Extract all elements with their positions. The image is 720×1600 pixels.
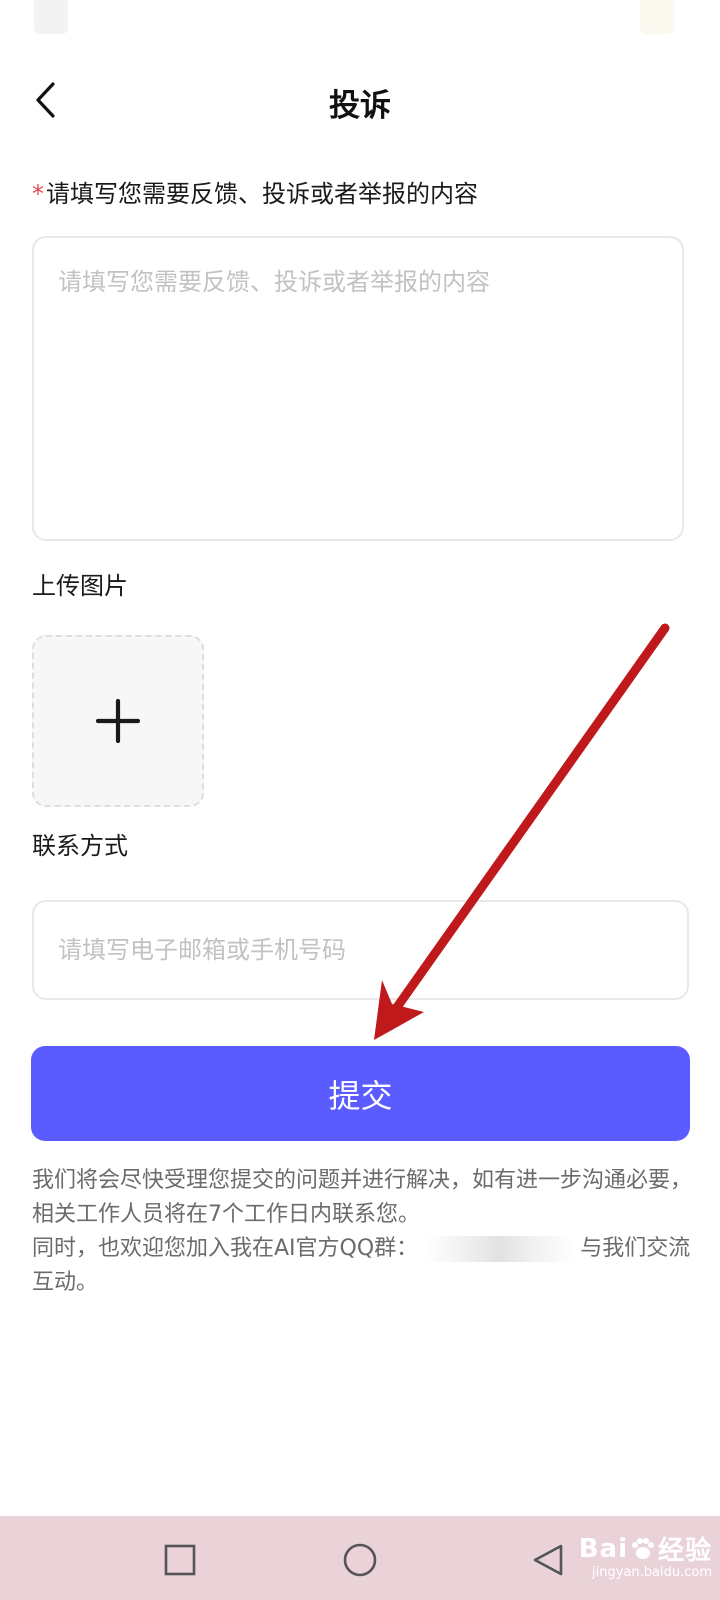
feedback-textarea[interactable] bbox=[34, 238, 682, 539]
recent-apps-icon bbox=[164, 1544, 196, 1576]
paw-icon bbox=[631, 1537, 654, 1559]
contact-input[interactable] bbox=[34, 902, 687, 998]
back-triangle-icon bbox=[533, 1544, 563, 1576]
header: 投诉 bbox=[0, 62, 720, 138]
home-icon bbox=[343, 1543, 377, 1577]
home-button[interactable] bbox=[336, 1536, 384, 1584]
status-bar-blur-left bbox=[34, 0, 68, 34]
watermark-suffix: 经验 bbox=[657, 1536, 712, 1566]
notice-qq-prefix: 同时，也欢迎您加入我在AI官方QQ群： bbox=[32, 1236, 419, 1261]
upload-image-button[interactable] bbox=[32, 635, 204, 807]
qq-number-redacted bbox=[424, 1236, 575, 1262]
complaint-page: 投诉 *请填写您需要反馈、投诉或者举报的内容 上传图片 联系方式 提交 我们将会… bbox=[0, 0, 720, 1600]
recent-apps-button[interactable] bbox=[156, 1536, 204, 1584]
required-mark: * bbox=[32, 180, 44, 208]
upload-label: 上传图片 bbox=[32, 572, 128, 600]
watermark-url: jingyan.baidu.com bbox=[592, 1565, 712, 1580]
status-bar-blur-right bbox=[640, 0, 674, 34]
watermark-brand: Bai bbox=[578, 1533, 628, 1564]
submit-button[interactable]: 提交 bbox=[31, 1046, 690, 1141]
plus-icon bbox=[96, 699, 140, 743]
nav-back-button[interactable] bbox=[524, 1536, 572, 1584]
feedback-box bbox=[32, 236, 684, 541]
feedback-label: *请填写您需要反馈、投诉或者举报的内容 bbox=[32, 174, 478, 209]
baidu-jingyan-watermark: Bai 经验 jingyan.baidu.com bbox=[579, 1530, 712, 1581]
feedback-label-text: 请填写您需要反馈、投诉或者举报的内容 bbox=[46, 180, 478, 208]
notice-line-2: 同时，也欢迎您加入我在AI官方QQ群： 与我们交流互动。 bbox=[32, 1232, 692, 1300]
notice-line-1: 我们将会尽快受理您提交的问题并进行解决，如有进一步沟通必要，相关工作人员将在7个… bbox=[32, 1168, 693, 1227]
page-title: 投诉 bbox=[329, 88, 391, 124]
contact-label: 联系方式 bbox=[32, 832, 128, 860]
notice-text: 我们将会尽快受理您提交的问题并进行解决，如有进一步沟通必要，相关工作人员将在7个… bbox=[32, 1164, 692, 1300]
contact-box bbox=[32, 900, 689, 1000]
watermark-main: Bai 经验 bbox=[579, 1530, 712, 1567]
